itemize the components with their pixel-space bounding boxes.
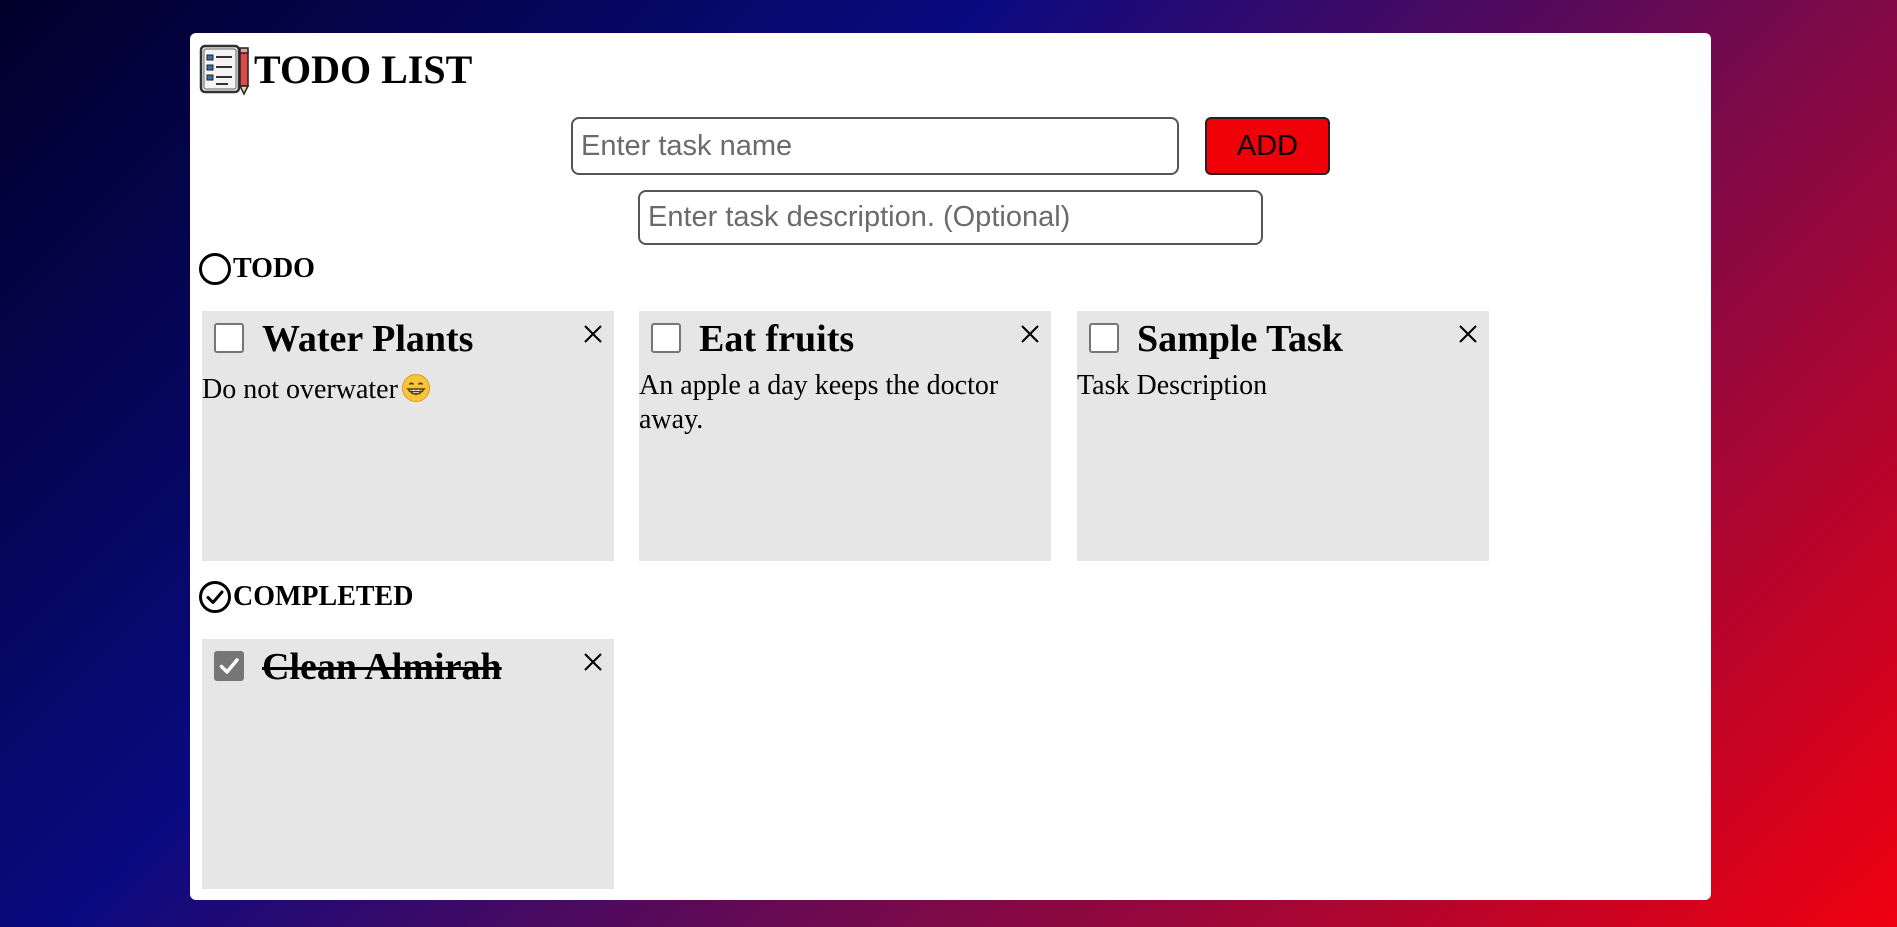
completed-section-label: COMPLETED [233,581,414,612]
close-icon[interactable] [1457,323,1479,345]
circle-icon [199,253,231,285]
task-name-input[interactable] [571,117,1179,175]
task-description: An apple a day keeps the doctor away. [639,370,999,435]
close-icon[interactable] [1019,323,1041,345]
close-icon[interactable] [582,323,604,345]
task-title: Water Plants [262,318,474,360]
check-circle-icon [199,581,231,613]
app-title: TODO LIST [254,46,473,92]
task-checkbox[interactable] [1089,323,1119,353]
task-description: Do not overwater [202,374,398,405]
task-title: Sample Task [1137,318,1343,360]
task-description-row: Do not overwater [202,373,607,407]
task-description-input[interactable] [638,190,1263,245]
task-card: Sample Task Task Description [1077,311,1489,561]
check-icon [219,658,239,674]
grinning-face-icon [401,374,430,402]
task-title: Clean Almirah [262,646,502,688]
notepad-pencil-icon [199,44,250,96]
task-checkbox[interactable] [651,323,681,353]
todo-section-label: TODO [233,253,315,284]
close-icon[interactable] [582,651,604,673]
task-card: Clean Almirah [202,639,614,889]
task-card: Water Plants Do not overwater [202,311,614,561]
task-title: Eat fruits [699,318,855,360]
add-button[interactable]: ADD [1205,117,1330,175]
todo-panel: TODO LIST ADD TODO Water Plants Do not o… [190,33,1711,900]
task-checkbox[interactable] [214,651,244,681]
todo-section-heading: TODO [198,252,315,286]
task-card: Eat fruits An apple a day keeps the doct… [639,311,1051,561]
task-description: Task Description [1077,370,1268,401]
task-checkbox[interactable] [214,323,244,353]
app-header: TODO LIST [198,42,472,96]
completed-section-heading: COMPLETED [198,580,413,614]
